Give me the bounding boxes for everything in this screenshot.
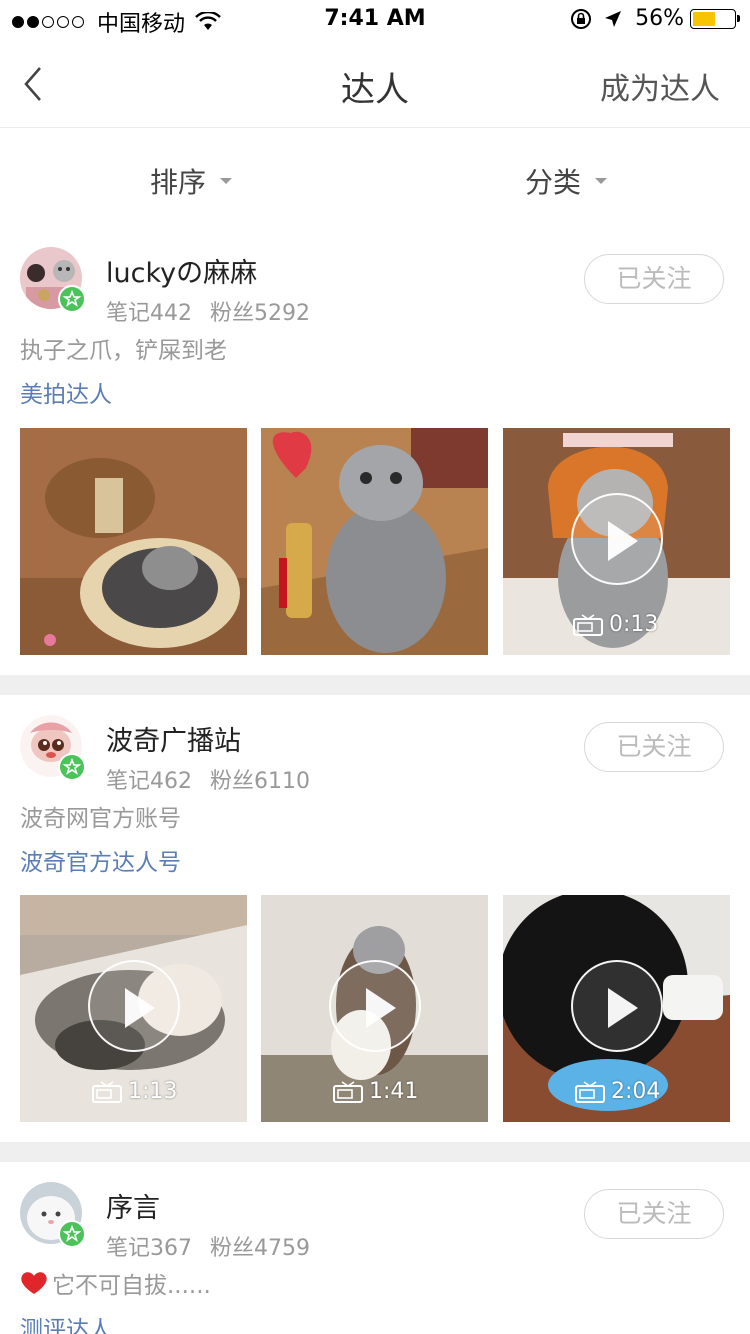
user-bio: 执子之爪，铲屎到老: [20, 338, 227, 364]
username[interactable]: 波奇广播站: [106, 719, 241, 758]
section-divider: [0, 1142, 750, 1162]
category-label: 分类: [525, 166, 582, 199]
section-divider: [0, 675, 750, 695]
rotation-lock-icon: [571, 8, 592, 29]
avatar[interactable]: [20, 1182, 86, 1248]
navigation-bar: 达人 成为达人: [0, 40, 750, 128]
notes-count: 笔记367: [106, 1236, 192, 1261]
followed-button[interactable]: 已关注: [584, 1189, 724, 1239]
location-arrow-icon: [605, 10, 622, 27]
user-stats: 笔记367 粉丝4759: [106, 1230, 310, 1262]
video-duration: 0:13: [573, 612, 658, 637]
photo-thumbnail[interactable]: [20, 428, 247, 655]
status-bar: 中国移动 7:41 AM 56%: [0, 0, 750, 40]
avatar[interactable]: [20, 247, 86, 313]
expert-card[interactable]: 波奇广播站 笔记462 粉丝6110 已关注 波奇网官方账号 波奇官方达人号 1…: [0, 695, 750, 1142]
heart-icon: [21, 1272, 47, 1294]
expert-tag[interactable]: 测评达人: [20, 1310, 112, 1334]
notes-count: 笔记442: [106, 301, 192, 326]
media-grid: 0:13: [20, 428, 730, 656]
user-bio: 波奇网官方账号: [20, 806, 181, 832]
photo-thumbnail[interactable]: [261, 428, 488, 655]
category-dropdown[interactable]: 分类: [525, 161, 608, 201]
video-thumbnail[interactable]: 1:41: [261, 895, 488, 1122]
video-thumbnail[interactable]: 0:13: [503, 428, 730, 655]
verified-badge-icon: [58, 1220, 86, 1248]
tv-icon: [573, 613, 603, 636]
tv-icon: [92, 1080, 122, 1103]
user-stats: 笔记442 粉丝5292: [106, 295, 310, 327]
caret-down-icon: [220, 178, 233, 184]
followed-button[interactable]: 已关注: [584, 254, 724, 304]
play-icon[interactable]: [329, 960, 421, 1052]
fans-count: 粉丝4759: [210, 1236, 310, 1261]
fans-count: 粉丝5292: [210, 301, 310, 326]
verified-badge-icon: [58, 285, 86, 313]
play-icon[interactable]: [88, 960, 180, 1052]
sort-dropdown[interactable]: 排序: [150, 161, 233, 201]
fans-count: 粉丝6110: [210, 769, 310, 794]
filter-bar: 排序 分类: [0, 129, 750, 227]
play-icon[interactable]: [571, 493, 663, 585]
media-grid: 1:13 1:41 2:04: [20, 895, 730, 1123]
user-stats: 笔记462 粉丝6110: [106, 763, 310, 795]
video-duration: 2:04: [575, 1079, 660, 1104]
battery-icon: [690, 8, 740, 29]
video-duration: 1:41: [333, 1079, 418, 1104]
play-icon[interactable]: [571, 960, 663, 1052]
username[interactable]: luckyの麻麻: [106, 251, 257, 290]
sort-label: 排序: [150, 166, 207, 199]
video-duration: 1:13: [92, 1079, 177, 1104]
expert-tag[interactable]: 美拍达人: [20, 375, 112, 409]
become-expert-button[interactable]: 成为达人: [600, 64, 720, 108]
username[interactable]: 序言: [106, 1186, 160, 1225]
followed-button[interactable]: 已关注: [584, 722, 724, 772]
tv-icon: [575, 1080, 605, 1103]
user-bio: 它不可自拔......: [20, 1266, 211, 1300]
expert-card[interactable]: luckyの麻麻 笔记442 粉丝5292 已关注 执子之爪，铲屎到老 美拍达人: [0, 227, 750, 675]
expert-tag[interactable]: 波奇官方达人号: [20, 843, 181, 877]
status-right: 56%: [569, 6, 740, 31]
notes-count: 笔记462: [106, 769, 192, 794]
video-thumbnail[interactable]: 1:13: [20, 895, 247, 1122]
caret-down-icon: [595, 178, 608, 184]
tv-icon: [333, 1080, 363, 1103]
expert-card[interactable]: 序言 笔记367 粉丝4759 已关注 它不可自拔...... 测评达人: [0, 1162, 750, 1334]
video-thumbnail[interactable]: 2:04: [503, 895, 730, 1122]
verified-badge-icon: [58, 753, 86, 781]
avatar[interactable]: [20, 715, 86, 781]
battery-percent: 56%: [635, 6, 684, 31]
